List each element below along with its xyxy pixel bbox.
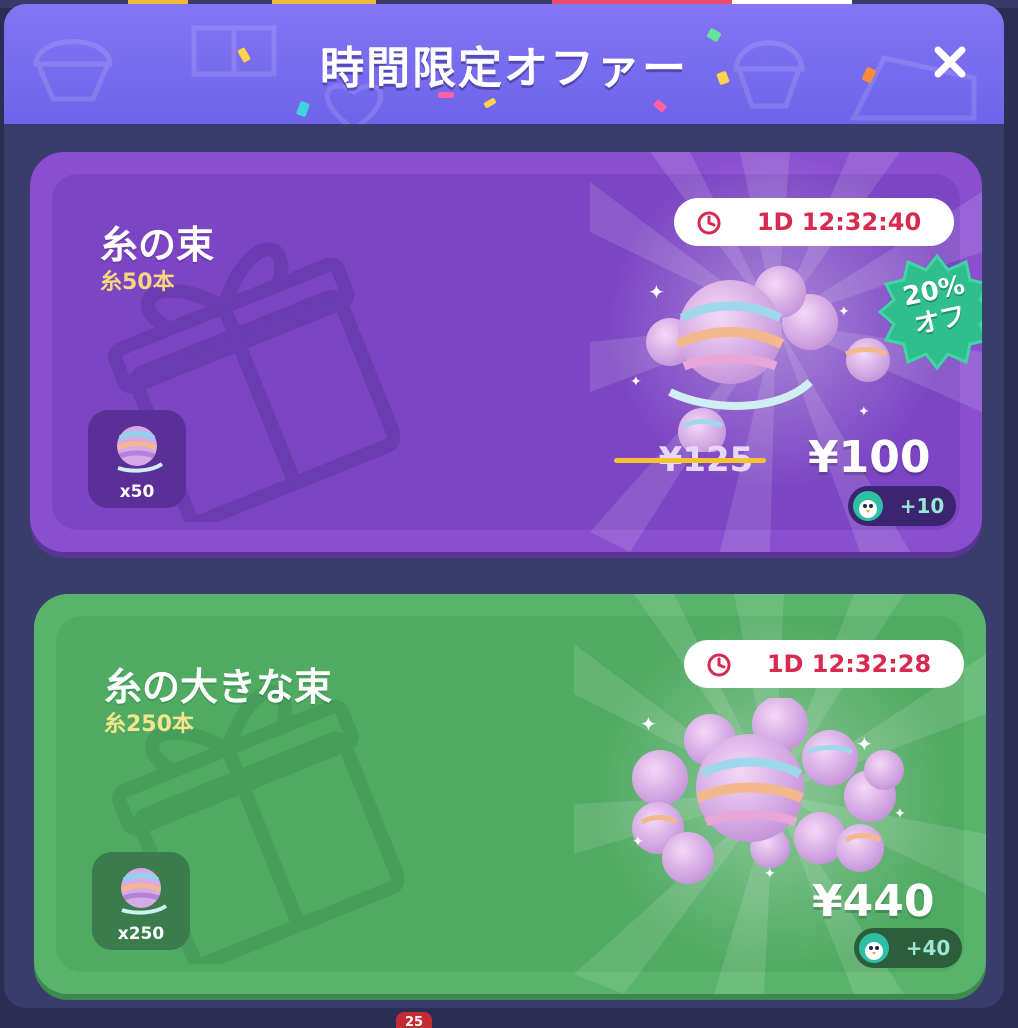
modal-title: 時間限定オファー: [320, 43, 688, 94]
modal-header: 時間限定オファー: [4, 4, 1004, 124]
offer-price: ¥440: [812, 876, 935, 927]
bonus-pill: +10: [848, 486, 956, 526]
penguin-icon: [853, 491, 883, 521]
discount-badge: 20% オフ: [878, 252, 982, 370]
sparkle: ✦: [856, 732, 873, 756]
sparkle: ✦: [858, 404, 870, 420]
item-quantity: x250: [117, 924, 165, 944]
offer-title: 糸の束: [100, 223, 215, 267]
item-tile: x250: [92, 852, 190, 950]
background-badge: 25: [396, 1012, 432, 1028]
confetti: [295, 100, 311, 118]
confetti: [483, 97, 497, 109]
item-quantity: x50: [119, 482, 155, 502]
bonus-amount: +40: [905, 936, 951, 960]
yarn-icon: [116, 426, 164, 473]
item-tile: x50: [88, 410, 186, 508]
offer-price: ¥100: [808, 432, 931, 483]
price-strikethrough: [614, 458, 766, 463]
yarn-bundle-illustration: [632, 698, 904, 884]
offer-card-yarn-bundle[interactable]: 糸の束 糸50本 x50 1D 12:32:40 ✦ ✦ ✦ ✦ 20% オフ …: [30, 152, 982, 552]
sparkle: ✦: [894, 806, 906, 822]
sparkle: ✦: [838, 304, 850, 320]
sparkle: ✦: [640, 712, 657, 736]
confetti: [652, 99, 668, 113]
bonus-pill: +40: [854, 928, 962, 968]
offer-subtitle: 糸50本: [100, 270, 175, 295]
sparkle: ✦: [632, 834, 644, 850]
sparkle: ✦: [764, 866, 776, 882]
yarn-icon: [120, 868, 168, 915]
penguin-icon: [859, 933, 889, 963]
timer-text: 1D 12:32:40: [756, 208, 922, 236]
offer-subtitle: 糸250本: [104, 712, 194, 737]
offer-title: 糸の大きな束: [104, 665, 333, 709]
clock-icon: [707, 653, 731, 677]
offer-card-large-yarn-bundle[interactable]: 糸の大きな束 糸250本 x250 1D 12:32:28 ✦ ✦ ✦ ✦ ✦ …: [34, 594, 986, 994]
bonus-amount: +10: [899, 494, 945, 518]
timer-text: 1D 12:32:28: [766, 650, 932, 678]
close-icon[interactable]: [930, 42, 970, 82]
sparkle: ✦: [648, 280, 665, 304]
timer-pill: 1D 12:32:40: [674, 198, 954, 246]
clock-icon: [697, 211, 721, 235]
timer-pill: 1D 12:32:28: [684, 640, 964, 688]
limited-offer-modal: 時間限定オファー 糸の束 糸50本 x50 1D 12:32:40 ✦ ✦ ✦ …: [4, 4, 1004, 1008]
yarn-bundle-illustration: [646, 266, 890, 452]
sparkle: ✦: [630, 374, 642, 390]
